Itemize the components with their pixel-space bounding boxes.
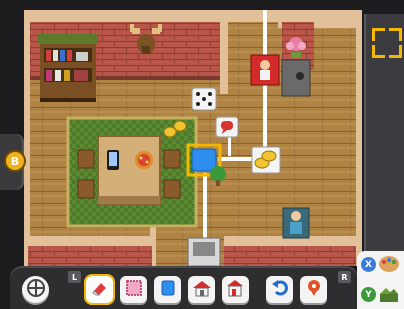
l-shoulder-key: L [68,271,81,283]
y-button[interactable]: Y [361,287,376,302]
r-shoulder-key: R [338,271,351,283]
crosshair-icon [26,278,46,302]
photo-node[interactable] [187,237,221,267]
eraser-tool-button[interactable] [84,274,115,305]
house-tool-button[interactable] [188,276,215,303]
pink-tile-icon [124,278,144,302]
frame-corner-icon[interactable] [372,28,402,58]
safe-box[interactable] [281,59,311,97]
chair-left-1 [77,149,95,169]
red-roof-icon [225,278,247,302]
undo-tool-button[interactable] [266,276,293,303]
house-icon [191,278,213,302]
blue-npc[interactable] [282,207,310,239]
dining-table[interactable] [97,135,161,205]
speech-bubble-event[interactable] [215,116,239,138]
b-button[interactable]: B [4,150,26,172]
pin-tool-button[interactable] [300,276,327,303]
map-pin-icon [304,278,324,302]
chair-left-2 [77,179,95,199]
floor-tool-button[interactable] [120,276,147,303]
move-tool-button[interactable] [22,276,49,303]
terrain-icon[interactable] [378,284,400,304]
blue-block-icon [158,278,178,302]
chair-right-1 [163,149,181,169]
red-character-node[interactable] [250,54,280,86]
game-viewport: B L R X Y [0,0,404,309]
undo-arrow-icon [270,278,290,302]
eraser-icon [90,278,110,302]
palette-icon[interactable] [378,254,400,274]
coin-stack-node[interactable] [251,146,281,174]
wall-tool-button[interactable] [154,276,181,303]
right-side-panel [364,14,404,268]
bookshelf[interactable] [38,34,98,102]
x-button[interactable]: X [361,257,376,272]
chair-right-2 [163,179,181,199]
room-map[interactable] [0,0,404,309]
building-tool-button[interactable] [222,276,249,303]
dice-event[interactable] [191,87,217,111]
